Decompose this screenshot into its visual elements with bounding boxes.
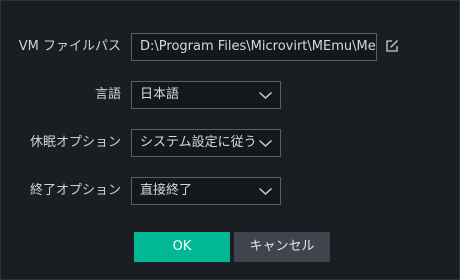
ok-button[interactable]: OK [134,232,230,262]
language-select[interactable]: 日本語 [131,81,281,109]
settings-dialog: VM ファイルパス D:\Program Files\Microvirt\MEm… [0,0,460,280]
sleep-option-label: 休眠オプション [29,135,121,150]
chevron-down-icon [258,139,273,148]
chevron-down-icon [258,91,273,100]
language-selected: 日本語 [140,87,180,102]
sleep-option-select[interactable]: システム設定に従う [131,129,281,157]
cancel-button[interactable]: キャンセル [234,232,330,262]
exit-option-label: 終了オプション [29,183,121,198]
sleep-option-selected: システム設定に従う [140,135,257,150]
language-label: 言語 [94,87,121,102]
vm-path-value: D:\Program Files\Microvirt\MEmu\MemuHype… [140,39,376,54]
exit-option-selected: 直接終了 [140,183,193,198]
edit-icon[interactable] [385,39,399,53]
vm-path-label: VM ファイルパス [18,39,121,54]
vm-path-field[interactable]: D:\Program Files\Microvirt\MEmu\MemuHype… [131,33,377,61]
chevron-down-icon [258,187,273,196]
exit-option-select[interactable]: 直接終了 [131,177,281,205]
